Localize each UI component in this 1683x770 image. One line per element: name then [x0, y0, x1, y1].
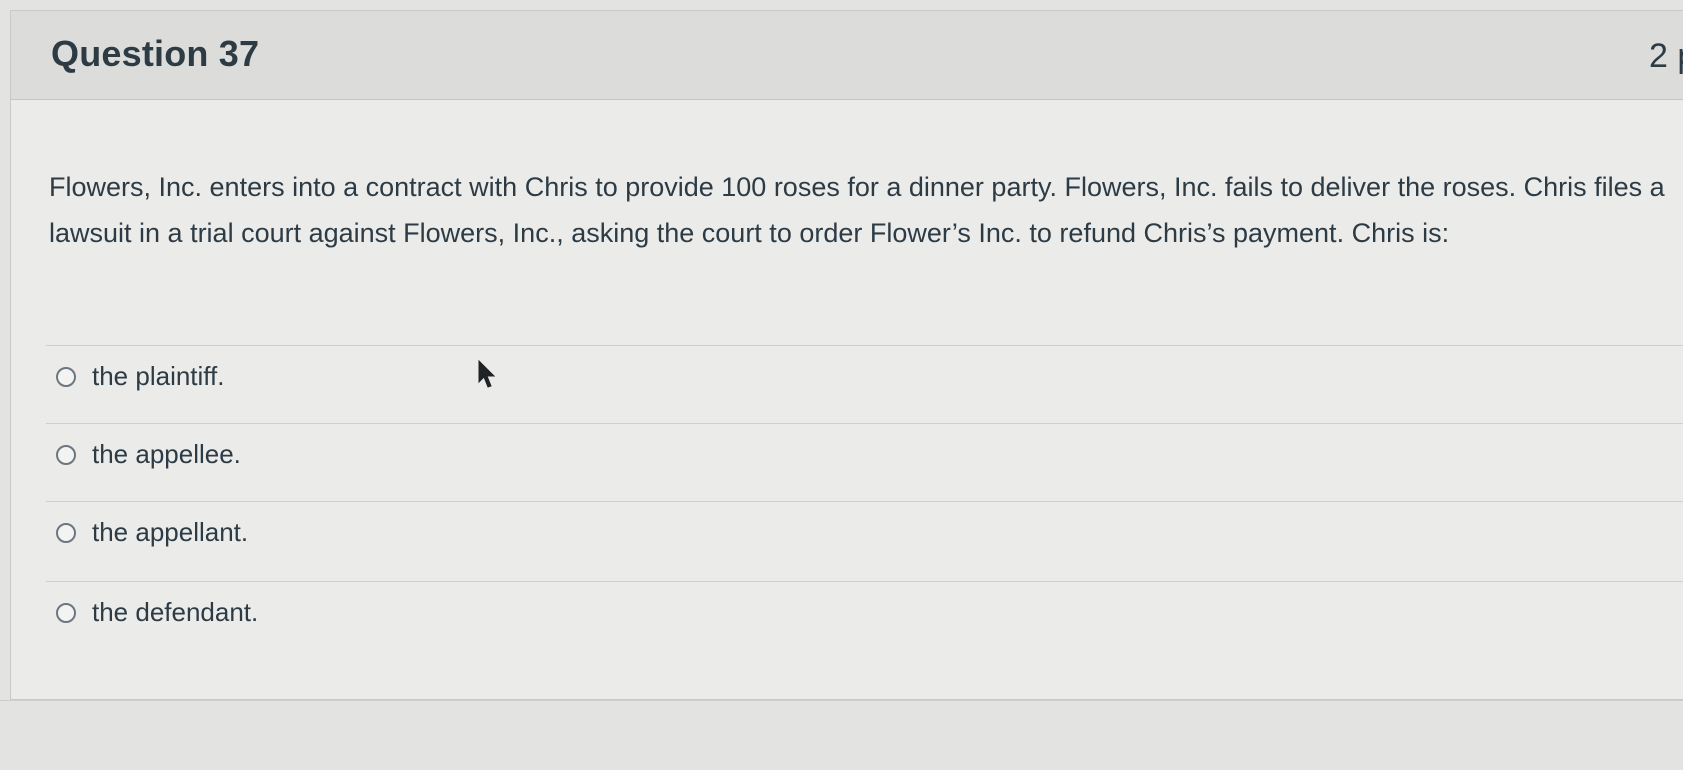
answer-option-appellant[interactable]: the appellant.: [56, 517, 248, 548]
answer-label: the plaintiff.: [92, 361, 225, 391]
answers-top-divider: [46, 345, 1683, 346]
answer-divider: [46, 581, 1683, 582]
question-header: Question 37 2 p: [11, 11, 1683, 100]
answer-divider: [46, 423, 1683, 424]
question-title: Question 37: [51, 33, 260, 74]
question-card: Question 37 2 p Flowers, Inc. enters int…: [10, 10, 1683, 700]
answer-divider: [46, 501, 1683, 502]
radio-unchecked-icon[interactable]: [56, 522, 76, 543]
answer-option-appellee[interactable]: the appellee.: [56, 439, 241, 470]
answer-label: the appellee.: [92, 439, 241, 469]
radio-unchecked-icon[interactable]: [56, 366, 76, 387]
radio-unchecked-icon[interactable]: [56, 444, 76, 465]
question-text: Flowers, Inc. enters into a contract wit…: [49, 172, 1665, 248]
answer-label: the appellant.: [92, 517, 249, 547]
answer-option-plaintiff[interactable]: the plaintiff.: [56, 361, 225, 392]
answer-option-defendant[interactable]: the defendant.: [56, 597, 258, 628]
footer-divider: [0, 700, 1683, 701]
radio-unchecked-icon[interactable]: [56, 602, 76, 623]
answer-label: the defendant.: [92, 597, 259, 627]
question-points: 2 p: [1649, 37, 1683, 75]
mouse-pointer-icon: [478, 360, 496, 388]
